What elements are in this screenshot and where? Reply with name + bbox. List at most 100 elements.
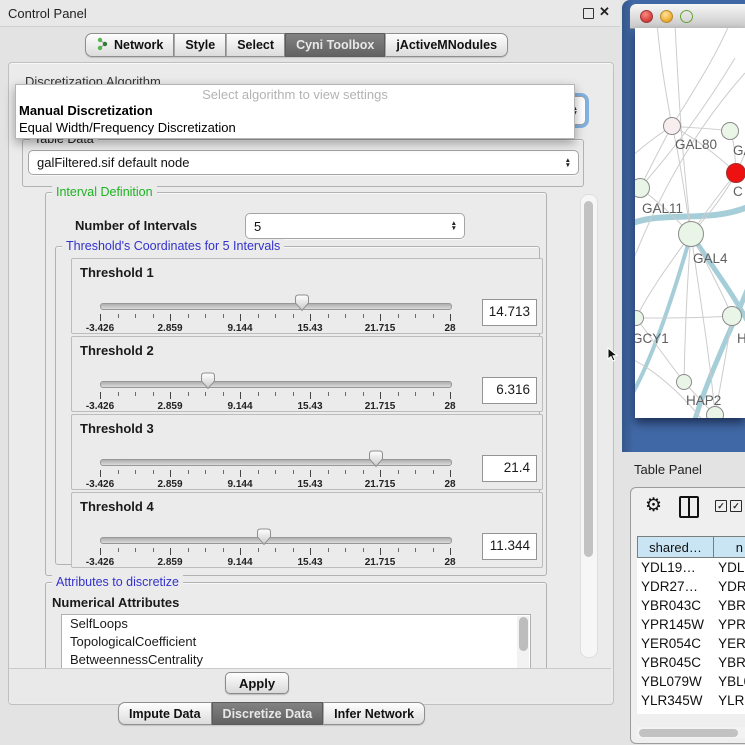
network-node[interactable] [722,306,742,326]
slider-tick [258,470,259,474]
checkbox-icon[interactable]: ✓ [715,500,727,512]
list-item[interactable]: TopologicalCoefficient [62,633,530,651]
dropdown-prompt: Select algorithm to view settings [16,87,574,102]
table-body: YDL19…YDL1YDR27…YDR2YBR043CYBR0YPR145WYP… [637,558,745,714]
slider-tick [345,548,346,552]
slider-tick [135,314,136,318]
slider-tick [380,314,381,321]
list-item[interactable]: SelfLoops [62,615,530,633]
slider-tick [345,314,346,318]
table-row[interactable]: YBL079WYBL0 [637,672,745,691]
slider-tick [170,392,171,399]
slider-tick [415,392,416,396]
slider-tick [240,314,241,321]
tab-network[interactable]: Network [85,33,174,57]
cell-name: YPR1 [714,617,745,632]
network-node[interactable] [706,406,724,418]
cell-name: YER0 [714,636,745,651]
minimize-traffic-light-icon[interactable] [660,10,673,23]
slider-tick [100,548,101,555]
tab-impute-data[interactable]: Impute Data [118,702,212,725]
tab-label: jActiveMNodules [396,38,497,52]
slider-thumb[interactable] [200,372,216,390]
slider-tick [135,392,136,396]
table-row[interactable]: YER054CYER0 [637,634,745,653]
slider-thumb[interactable] [368,450,384,468]
slider-tick [345,470,346,474]
slider-tick [275,392,276,396]
combo-arrows-icon: ▲▼ [451,221,457,231]
apply-button[interactable]: Apply [225,672,289,694]
network-node-label: GAL11 [642,201,683,216]
zoom-traffic-light-icon[interactable] [680,10,693,23]
slider-tick-label: 15.43 [285,401,335,412]
slider-tick [415,470,416,474]
tab-cyni-toolbox[interactable]: Cyni Toolbox [285,33,385,57]
tab-select[interactable]: Select [226,33,285,57]
columns-icon[interactable] [679,496,699,518]
slider-tick-label: 15.43 [285,479,335,490]
list-item[interactable]: BetweennessCentrality [62,651,530,668]
dropdown-option-manual-discretization[interactable]: Manual Discretization [19,103,153,118]
network-node-label: C [733,184,743,199]
network-node[interactable] [678,221,704,247]
network-node[interactable] [726,163,745,183]
table-row[interactable]: YBR043CYBR0 [637,596,745,615]
dropdown-option-equal-width-frequency[interactable]: Equal Width/Frequency Discretization [19,120,236,135]
table-row[interactable]: YLR345WYLR3 [637,691,745,710]
slider-tick-label: 28 [425,401,475,412]
table-row[interactable]: YBR045CYBR0 [637,653,745,672]
network-window-titlebar[interactable] [630,4,745,29]
tab-infer-network[interactable]: Infer Network [323,702,425,725]
number-of-intervals-combobox[interactable]: 5 ▲▼ [245,213,465,239]
close-icon[interactable]: ✕ [599,4,610,20]
tab-discretize-data[interactable]: Discretize Data [212,702,324,725]
threshold-2-panel: Threshold 2 -3.4262.8599.14415.4321.7152… [71,336,543,412]
tab-jactivemnodules[interactable]: jActiveMNodules [385,33,508,57]
list-scrollbar[interactable] [517,616,529,668]
threshold-slider[interactable] [100,303,452,310]
slider-thumb[interactable] [256,528,272,546]
table-row[interactable]: YIL052CYIL0 [637,710,745,714]
table-data-combobox[interactable]: galFiltered.sif default node ▲▼ [28,150,579,175]
checkbox-icon[interactable]: ✓ [730,500,742,512]
slider-tick-label: 2.859 [145,323,195,334]
slider-tick [398,470,399,474]
number-of-intervals-label: Number of Intervals [75,218,197,233]
close-traffic-light-icon[interactable] [640,10,653,23]
panel-scrollbar[interactable] [580,194,598,658]
threshold-value-field[interactable]: 11.344 [482,533,537,560]
table-row[interactable]: YDR27…YDR2 [637,577,745,596]
slider-tick-label: 21.715 [355,479,405,490]
network-node[interactable] [676,374,692,390]
network-canvas[interactable]: GAL80GACGAL11GAL4GCY1HHAP2 [635,28,745,418]
slider-tick [258,392,259,396]
threshold-value-field[interactable]: 21.4 [482,455,537,482]
table-row[interactable]: YDL19…YDL1 [637,558,745,577]
slider-tick [100,470,101,477]
float-window-icon[interactable] [583,8,594,19]
threshold-value-field[interactable]: 6.316 [482,377,537,404]
numerical-attributes-list[interactable]: SelfLoops TopologicalCoefficient Between… [61,614,531,668]
column-header-name[interactable]: n [714,536,745,558]
threshold-label: Threshold 4 [80,499,154,514]
table-horizontal-scrollbar[interactable] [637,727,745,738]
slider-thumb[interactable] [294,294,310,312]
slider-tick-label: 2.859 [145,557,195,568]
column-header-shared-name[interactable]: shared… [637,536,714,558]
threshold-slider[interactable] [100,459,452,466]
network-node[interactable] [721,122,739,140]
threshold-value-field[interactable]: 14.713 [482,299,537,326]
threshold-slider[interactable] [100,537,452,544]
gear-icon[interactable]: ⚙ [645,494,662,517]
numerical-attributes-label: Numerical Attributes [52,595,179,610]
slider-tick [433,548,434,552]
slider-tick-label: -3.426 [75,323,125,334]
tab-style[interactable]: Style [174,33,226,57]
mouse-cursor [607,347,619,368]
slider-tick [310,548,311,555]
network-node[interactable] [663,117,681,135]
threshold-slider[interactable] [100,381,452,388]
slider-tick [240,470,241,477]
table-row[interactable]: YPR145WYPR1 [637,615,745,634]
